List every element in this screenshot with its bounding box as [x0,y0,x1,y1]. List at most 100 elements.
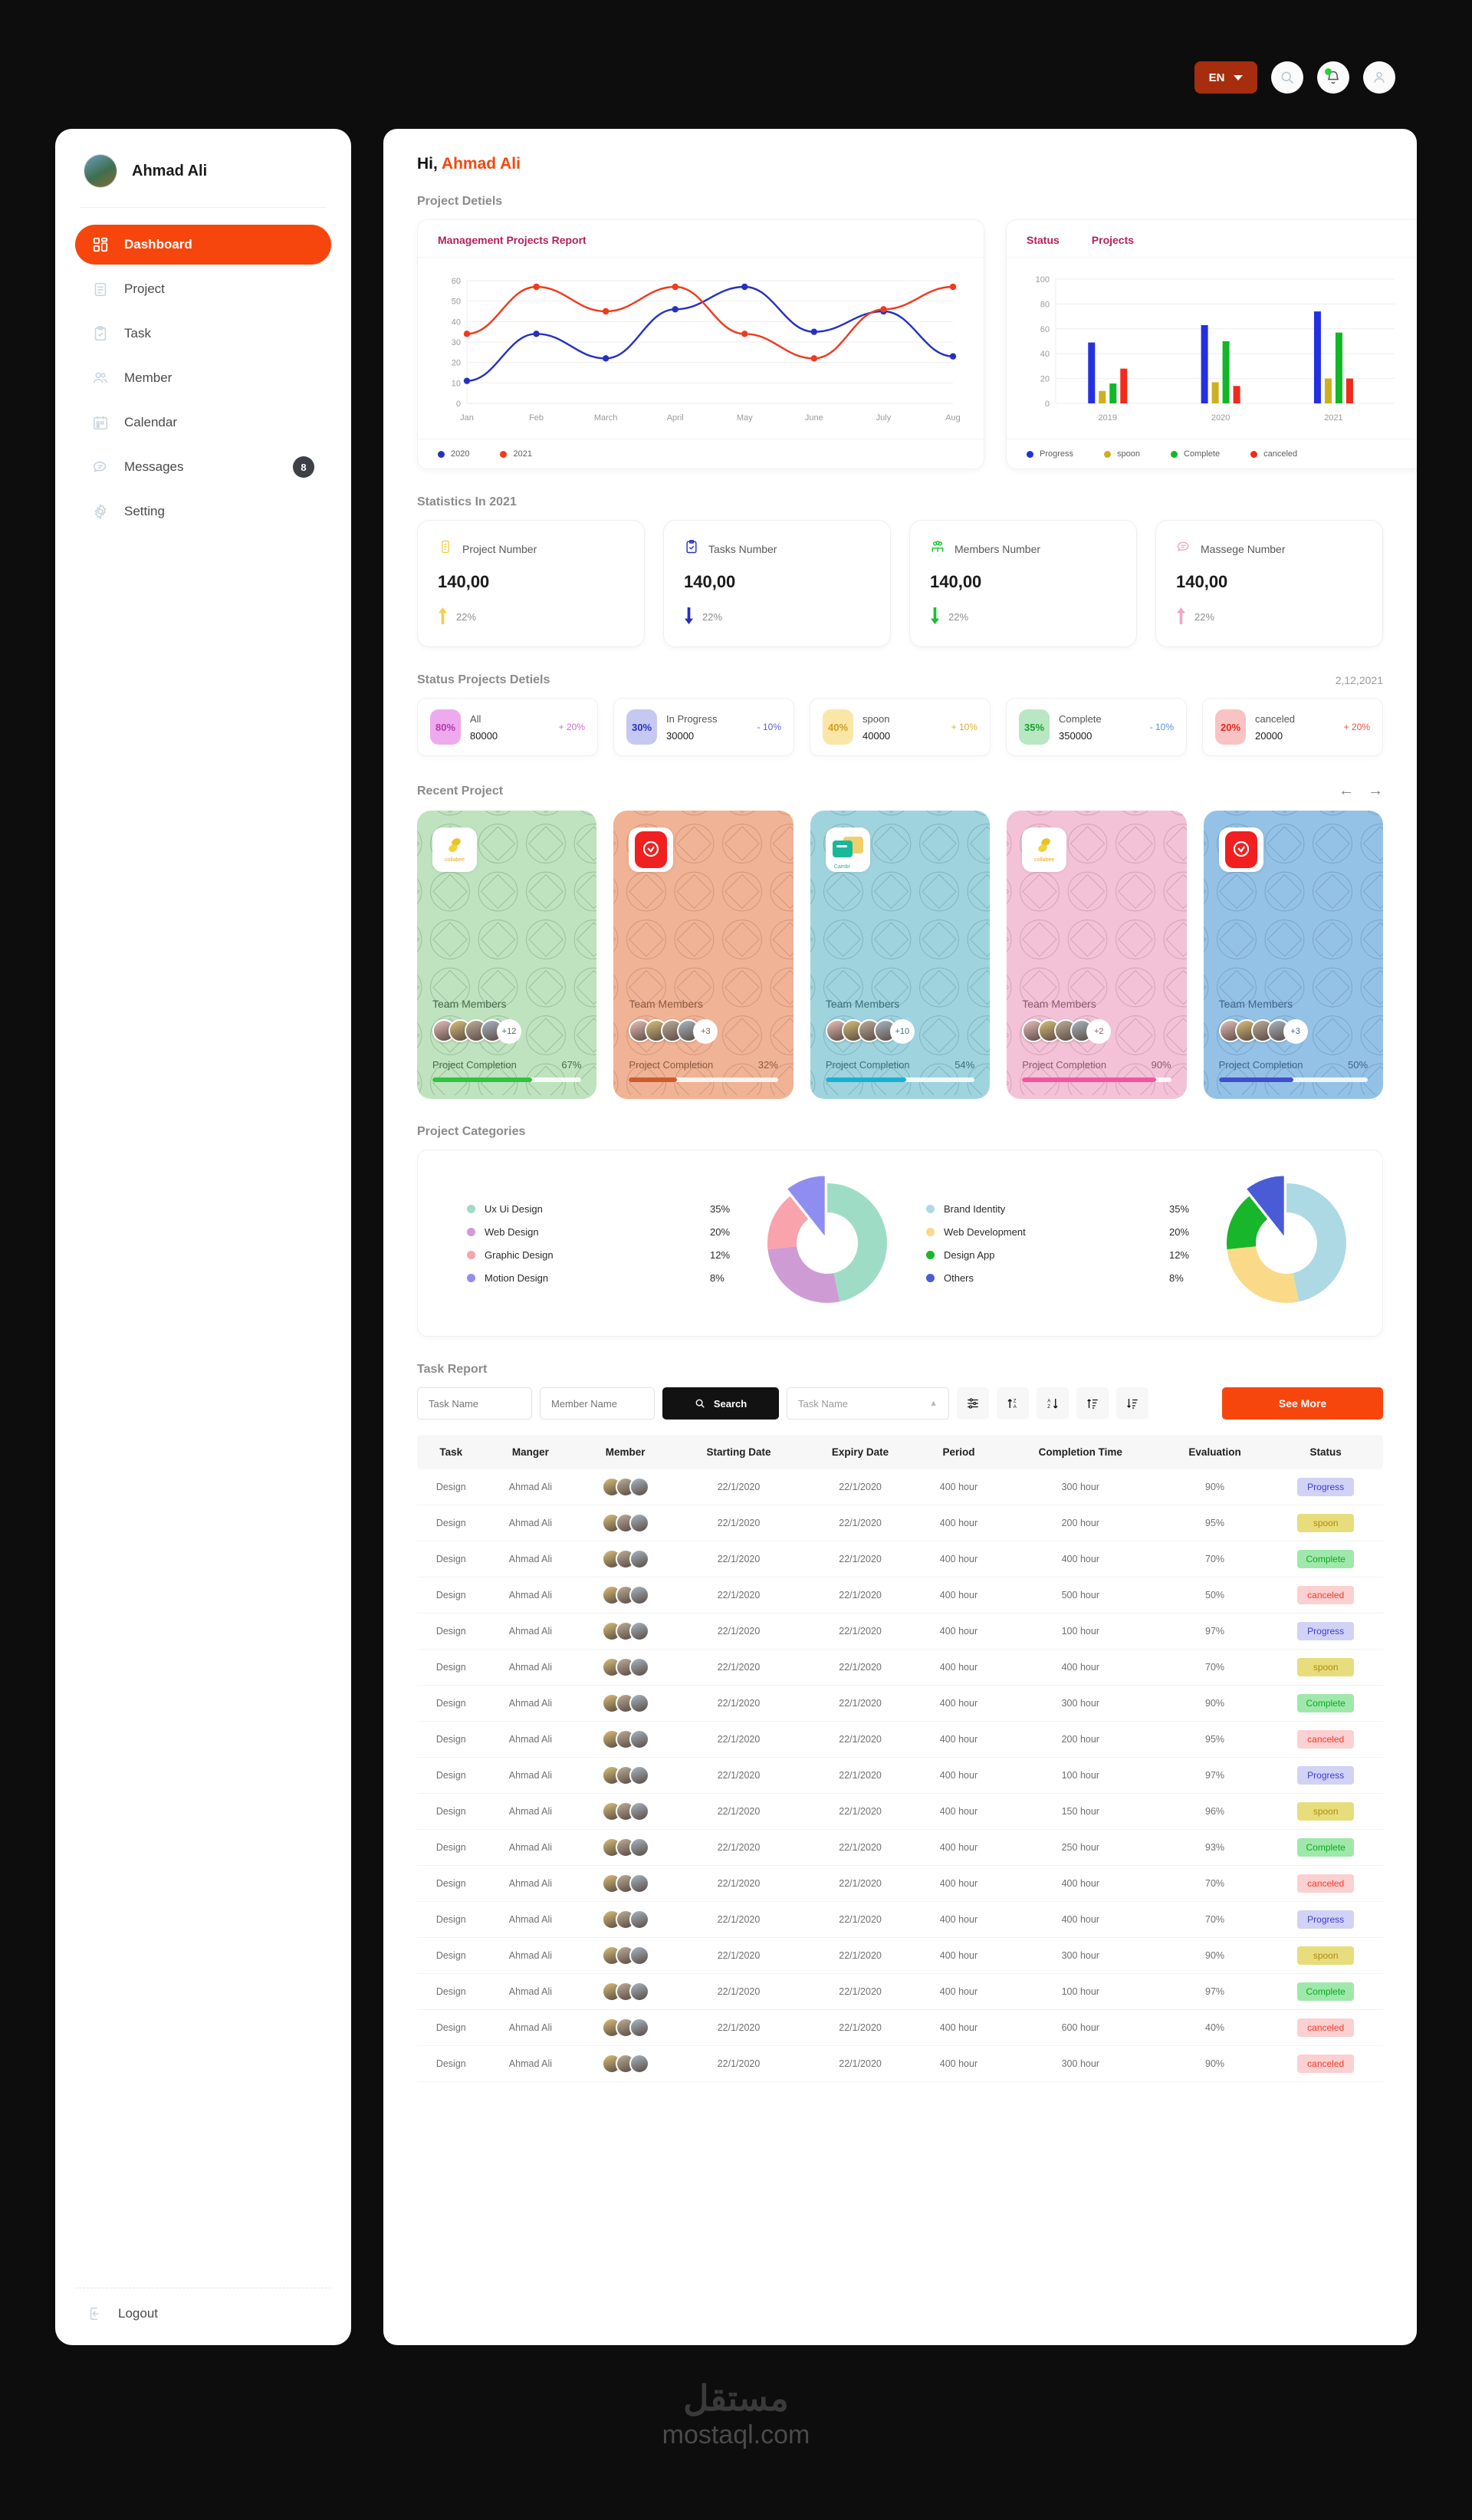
search-button[interactable]: Search [662,1387,779,1420]
status-card[interactable]: 30% In Progress 30000 - 10% [613,698,794,756]
status-name: All [470,712,481,725]
language-select[interactable]: EN [1194,61,1257,94]
search-button[interactable] [1271,61,1303,94]
profile-button[interactable] [1363,61,1395,94]
status-badge: canceled [1297,1874,1355,1893]
team-members-label: Team Members [1022,998,1096,1010]
sidebar-item-setting[interactable]: Setting [75,492,331,531]
table-column-header[interactable]: Expiry Date [803,1435,918,1469]
status-card[interactable]: 20% canceled 20000 + 20% [1202,698,1383,756]
status-card[interactable]: 35% Complete 350000 - 10% [1006,698,1187,756]
sidebar-item-label: Calendar [124,415,177,429]
cell-status: canceled [1268,1865,1383,1902]
sort-za-icon[interactable]: ZA [997,1387,1029,1420]
chevron-down-icon [1234,74,1244,81]
notifications-button[interactable] [1317,61,1349,94]
project-card[interactable]: Team Members +3 Project Completion 32% [613,811,794,1099]
cell-expiry-date: 22/1/2020 [803,1937,918,1974]
sidebar-profile[interactable]: Ahmad Ali [75,152,331,207]
filter-sliders-icon[interactable] [957,1387,989,1420]
user-icon [1374,71,1385,83]
table-row[interactable]: Design Ahmad Ali 22/1/2020 22/1/2020 400 hou… [417,1901,1383,1938]
completion-line: Project Completion 67% [432,1059,581,1071]
table-row[interactable]: Design Ahmad Ali 22/1/2020 22/1/2020 400 hou… [417,1649,1383,1686]
sidebar-item-label: Project [124,281,165,296]
svg-text:10: 10 [452,379,461,388]
table-column-header[interactable]: Manger [485,1435,577,1469]
category-label: Web Design [485,1225,539,1238]
table-column-header[interactable]: Period [918,1435,1000,1469]
logout-button[interactable]: Logout [75,2305,331,2322]
table-row[interactable]: Design Ahmad Ali 22/1/2020 22/1/2020 400 hou… [417,1685,1383,1722]
see-more-button[interactable]: See More [1222,1387,1383,1420]
project-card[interactable]: Cambr Team Members +10 Project Completion 54… [810,811,991,1099]
sidebar-item-project[interactable]: Project [75,269,331,309]
table-column-header[interactable]: Evaluation [1161,1435,1269,1469]
tab-projects[interactable]: Projects [1092,234,1134,246]
cell-manger: Ahmad Ali [485,1505,577,1541]
sort-az-icon[interactable]: AZ [1037,1387,1069,1420]
table-row[interactable]: Design Ahmad Ali 22/1/2020 22/1/2020 400 hou… [417,1541,1383,1577]
cell-member [576,1505,675,1541]
category-legend-item: Web Development 20% [926,1226,1201,1238]
progress-bar [432,1077,582,1082]
avatar-stack [580,1657,670,1677]
arrow-right-icon[interactable]: → [1368,782,1383,800]
table-row[interactable]: Design Ahmad Ali 22/1/2020 22/1/2020 400 hou… [417,1757,1383,1794]
notepad-icon [92,281,109,298]
table-column-header[interactable]: Completion Time [999,1435,1162,1469]
avatar [629,1910,649,1929]
status-card[interactable]: 80% All 80000 + 20% [417,698,598,756]
sidebar-item-calendar[interactable]: Calendar [75,403,331,442]
svg-text:0: 0 [1045,400,1050,409]
cell-expiry-date: 22/1/2020 [803,1901,918,1938]
cell-evaluation: 96% [1161,1793,1269,1830]
sidebar-item-member[interactable]: Member [75,358,331,398]
sidebar-item-messages[interactable]: Messages 8 [75,447,331,487]
table-row[interactable]: Design Ahmad Ali 22/1/2020 22/1/2020 400 hou… [417,1973,1383,2010]
status-delta: + 20% [1343,722,1370,732]
avatar [629,1801,649,1821]
table-row[interactable]: Design Ahmad Ali 22/1/2020 22/1/2020 400 hou… [417,1793,1383,1830]
category-legend-item: Design App 12% [926,1249,1201,1261]
sidebar-divider [80,207,327,208]
table-column-header[interactable]: Starting Date [675,1435,803,1469]
table-column-header[interactable]: Member [576,1435,675,1469]
sort-asc-icon[interactable] [1076,1387,1109,1420]
project-card[interactable]: collabee Team Members +2 Project Completion… [1007,811,1187,1099]
task-name-input[interactable] [417,1387,532,1420]
member-name-input[interactable] [540,1387,655,1420]
team-members-label: Team Members [432,998,507,1010]
avatar-stack: +2 [1022,1019,1171,1044]
table-row[interactable]: Design Ahmad Ali 22/1/2020 22/1/2020 400 hou… [417,1721,1383,1758]
table-column-header[interactable]: Task [417,1435,485,1469]
sort-desc-icon[interactable] [1116,1387,1148,1420]
table-row[interactable]: Design Ahmad Ali 22/1/2020 22/1/2020 400 hou… [417,1469,1383,1505]
table-row[interactable]: Design Ahmad Ali 22/1/2020 22/1/2020 400 hou… [417,1865,1383,1902]
table-row[interactable]: Design Ahmad Ali 22/1/2020 22/1/2020 400 hou… [417,1937,1383,1974]
logout-section: Logout [75,2288,331,2322]
table-column-header[interactable]: Status [1268,1435,1383,1469]
project-card[interactable]: Team Members +3 Project Completion 50% [1203,811,1384,1099]
task-name-select[interactable]: Task Name ▲ [787,1387,949,1420]
table-row[interactable]: Design Ahmad Ali 22/1/2020 22/1/2020 400 hou… [417,1613,1383,1650]
main-content: Hi, Ahmad Ali Project Detiels Management… [383,129,1417,2345]
status-card[interactable]: 40% spoon 40000 + 10% [810,698,991,756]
table-header-row: Task Manger Member Starting Date Expiry Date… [417,1435,1383,1469]
project-card[interactable]: collabee Team Members +12 Project Completio… [417,811,597,1099]
avatar-overflow-count: +10 [889,1019,915,1044]
sidebar-item-task[interactable]: Task [75,314,331,354]
table-row[interactable]: Design Ahmad Ali 22/1/2020 22/1/2020 400 hou… [417,1505,1383,1541]
cell-completion-time: 300 hour [999,2045,1162,2082]
svg-text:A: A [1047,1400,1050,1404]
arrow-left-icon[interactable]: ← [1339,782,1354,800]
sidebar-item-dashboard[interactable]: Dashboard [75,225,331,265]
table-row[interactable]: Design Ahmad Ali 22/1/2020 22/1/2020 400 hou… [417,1577,1383,1614]
cell-member [576,1721,675,1758]
completion-percent: 90% [1151,1059,1171,1071]
table-row[interactable]: Design Ahmad Ali 22/1/2020 22/1/2020 400 hou… [417,2009,1383,2046]
table-row[interactable]: Design Ahmad Ali 22/1/2020 22/1/2020 400 hou… [417,2045,1383,2082]
tab-status[interactable]: Status [1027,234,1060,246]
sidebar-item-label: Member [124,370,172,385]
table-row[interactable]: Design Ahmad Ali 22/1/2020 22/1/2020 400 hou… [417,1829,1383,1866]
